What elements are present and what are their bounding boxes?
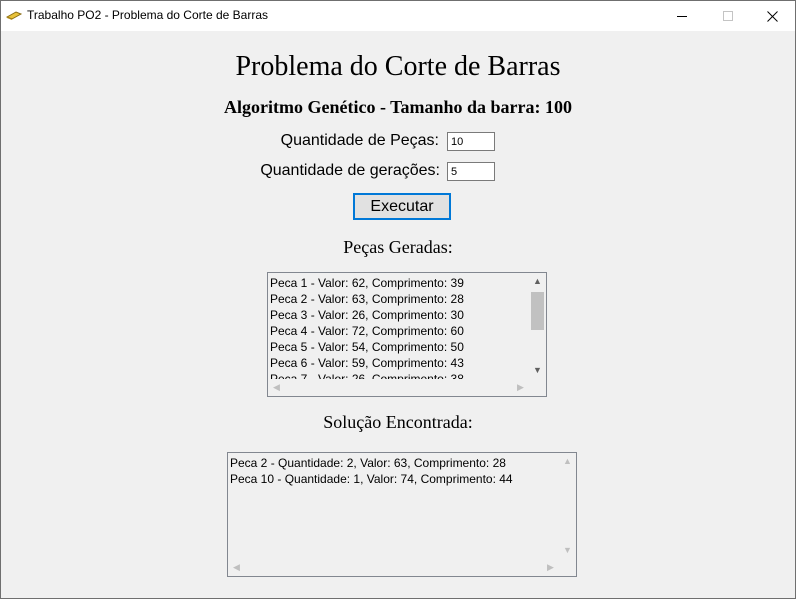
generated-pieces-list[interactable]: Peca 1 - Valor: 62, Comprimento: 39 Peca…	[267, 272, 547, 397]
list-item[interactable]: Peca 10 - Quantidade: 1, Valor: 74, Comp…	[228, 471, 559, 487]
list-item[interactable]: Peca 3 - Valor: 26, Comprimento: 30	[268, 307, 529, 323]
solution-title: Solução Encontrada:	[323, 412, 473, 432]
pieces-label: Quantidade de Peças:	[280, 132, 439, 149]
scroll-left-icon[interactable]: ◀	[228, 559, 245, 576]
list-item[interactable]: Peca 2 - Valor: 63, Comprimento: 28	[268, 291, 529, 307]
close-icon	[766, 10, 778, 22]
maximize-button[interactable]	[705, 1, 751, 31]
scroll-up-icon[interactable]: ▲	[559, 453, 576, 470]
list-item[interactable]: Peca 7 - Valor: 26, Comprimento: 38	[268, 371, 529, 379]
minimize-icon	[677, 16, 687, 17]
scroll-right-icon[interactable]: ▶	[512, 379, 529, 396]
page-subtitle: Algoritmo Genético - Tamanho da barra: 1…	[224, 97, 572, 117]
horizontal-scrollbar[interactable]: ◀ ▶	[228, 559, 559, 576]
execute-button[interactable]: Executar	[353, 193, 451, 220]
page-title: Problema do Corte de Barras	[235, 51, 561, 82]
maximize-icon	[723, 11, 733, 21]
vertical-scrollbar[interactable]: ▲ ▼	[529, 273, 546, 379]
horizontal-scrollbar[interactable]: ◀ ▶	[268, 379, 529, 396]
generations-input[interactable]: 5	[447, 162, 495, 181]
list-item[interactable]: Peca 2 - Quantidade: 2, Valor: 63, Compr…	[228, 455, 559, 471]
list-item[interactable]: Peca 6 - Valor: 59, Comprimento: 43	[268, 355, 529, 371]
client-area: Problema do Corte de Barras Algoritmo Ge…	[1, 31, 795, 598]
scroll-down-icon[interactable]: ▼	[559, 542, 576, 559]
title-bar[interactable]: Trabalho PO2 - Problema do Corte de Barr…	[1, 1, 795, 31]
list-item[interactable]: Peca 1 - Valor: 62, Comprimento: 39	[268, 275, 529, 291]
vertical-scrollbar[interactable]: ▲ ▼	[559, 453, 576, 559]
list-item[interactable]: Peca 4 - Valor: 72, Comprimento: 60	[268, 323, 529, 339]
pieces-input[interactable]: 10	[447, 132, 495, 151]
generated-pieces-title: Peças Geradas:	[343, 237, 453, 257]
bar-icon	[6, 11, 22, 20]
scroll-right-icon[interactable]: ▶	[542, 559, 559, 576]
window-title: Trabalho PO2 - Problema do Corte de Barr…	[27, 8, 269, 22]
minimize-button[interactable]	[659, 1, 705, 31]
scroll-down-icon[interactable]: ▼	[529, 362, 546, 379]
generations-label: Quantidade de gerações:	[260, 162, 440, 179]
scroll-left-icon[interactable]: ◀	[268, 379, 285, 396]
solution-list[interactable]: Peca 2 - Quantidade: 2, Valor: 63, Compr…	[227, 452, 577, 577]
close-button[interactable]	[749, 1, 795, 31]
app-window: Trabalho PO2 - Problema do Corte de Barr…	[0, 0, 796, 599]
list-item[interactable]: Peca 5 - Valor: 54, Comprimento: 50	[268, 339, 529, 355]
scroll-thumb[interactable]	[531, 292, 544, 330]
scroll-up-icon[interactable]: ▲	[529, 273, 546, 290]
